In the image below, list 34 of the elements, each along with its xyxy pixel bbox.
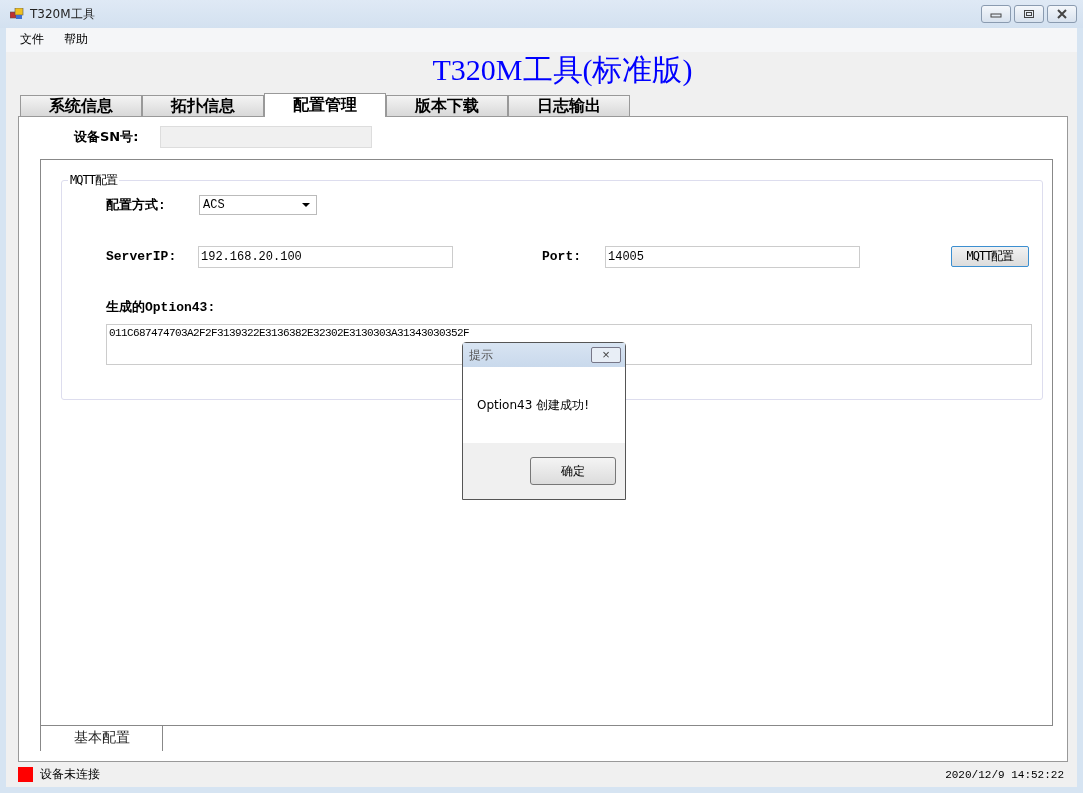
- maximize-icon: [1023, 9, 1035, 19]
- mode-dropdown[interactable]: ACS: [199, 194, 317, 215]
- tab[interactable]: 日志输出: [508, 94, 630, 116]
- sn-input-field[interactable]: [160, 125, 373, 148]
- minimize-icon: [990, 10, 1002, 18]
- menu-item[interactable]: 文件: [20, 31, 44, 49]
- field-label: Port:: [542, 249, 582, 265]
- window-title: T320M工具: [30, 5, 95, 23]
- server-ip-field[interactable]: 192.168.20.100: [198, 245, 453, 268]
- app-title: T320M工具(标准版): [432, 51, 693, 88]
- app-icon: [10, 8, 24, 20]
- port-field[interactable]: 14005: [605, 245, 860, 268]
- dialog-title: 提示: [469, 346, 493, 364]
- tab[interactable]: 系统信息: [20, 94, 142, 116]
- dropdown-arrow-icon: [302, 202, 310, 207]
- field-label: 设备SN号:: [74, 127, 139, 146]
- status-time: 2020/12/9 14:52:22: [945, 768, 1064, 781]
- ok-button[interactable]: 确定: [530, 457, 616, 485]
- close-button[interactable]: [1047, 5, 1077, 23]
- dialog-close-button[interactable]: ×: [591, 347, 621, 363]
- menu-item[interactable]: 帮助: [64, 31, 88, 49]
- tab[interactable]: 基本配置: [40, 725, 163, 751]
- dialog-message: Option43 创建成功!: [477, 396, 589, 414]
- field-label: 配置方式:: [106, 196, 167, 214]
- close-icon: [1056, 9, 1068, 19]
- tab[interactable]: 版本下载: [386, 94, 508, 116]
- field-label: ServerIP:: [106, 249, 178, 265]
- group-title: MQTT配置: [68, 171, 119, 189]
- tab[interactable]: 配置管理: [264, 92, 386, 117]
- field-label: 生成的Option43:: [106, 298, 217, 316]
- maximize-button[interactable]: [1014, 5, 1044, 23]
- mqtt-config-button[interactable]: MQTT配置: [951, 246, 1029, 268]
- tab[interactable]: 拓扑信息: [142, 94, 264, 116]
- status-text: 设备未连接: [40, 766, 100, 784]
